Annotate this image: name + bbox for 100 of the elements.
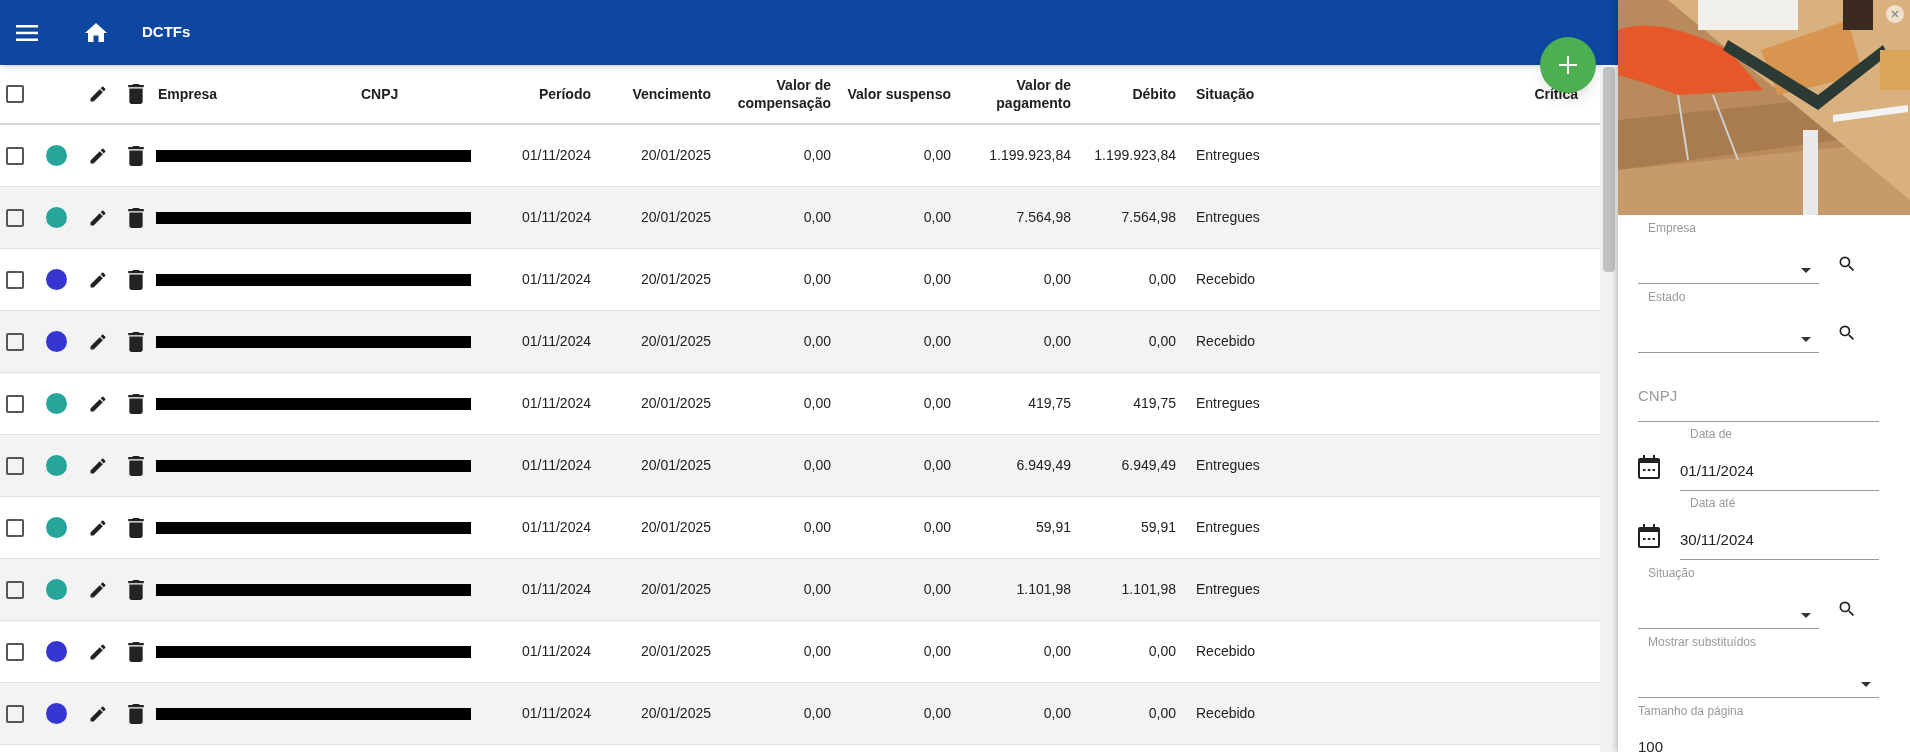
calendar-icon[interactable] [1638, 524, 1660, 548]
table-row[interactable]: 01/11/2024 20/01/2025 0,00 0,00 6.949,49 6.949,49 Entregues [0, 435, 1600, 497]
table-cell: 0,00 [803, 271, 831, 287]
table-cell: 0,00 [803, 581, 831, 597]
search-icon[interactable] [1837, 599, 1857, 619]
search-icon[interactable] [1837, 254, 1857, 274]
pencil-icon[interactable] [88, 145, 108, 166]
pencil-icon[interactable] [88, 703, 108, 724]
table-cell: Entregues [1196, 581, 1260, 597]
column-header[interactable]: Débito [1071, 85, 1176, 103]
pencil-icon[interactable] [88, 331, 108, 352]
column-header[interactable]: Situação [1176, 85, 1286, 103]
trash-icon[interactable] [128, 455, 144, 476]
table-cell: 01/11/2024 [521, 209, 591, 225]
caret-icon [1801, 613, 1811, 618]
plus-icon [1559, 56, 1577, 74]
table-cell: 20/01/2025 [640, 457, 711, 473]
table-cell: 0,00 [803, 395, 831, 411]
table-cell: 0,00 [803, 147, 831, 163]
column-header[interactable]: Período [471, 85, 591, 103]
table-cell: 1.101,98 [1121, 581, 1176, 597]
table-cell: 01/11/2024 [521, 519, 591, 535]
checkbox[interactable] [6, 332, 24, 351]
pencil-icon[interactable] [88, 207, 108, 228]
trash-icon[interactable] [128, 579, 144, 600]
table-cell: 1.199.923,84 [989, 147, 1071, 163]
trash-icon[interactable] [128, 331, 144, 352]
table-cell: 0,00 [1043, 643, 1071, 659]
table-cell: 01/11/2024 [521, 147, 591, 163]
checkbox[interactable] [6, 85, 24, 103]
checkbox[interactable] [6, 208, 24, 227]
checkbox[interactable] [6, 704, 24, 723]
checkbox[interactable] [6, 394, 24, 413]
table-row[interactable]: 01/11/2024 20/01/2025 0,00 0,00 0,00 0,00 Recebido [0, 311, 1600, 373]
table-cell: 0,00 [803, 457, 831, 473]
column-header[interactable]: Valor de pagamento [951, 76, 1071, 112]
column-header[interactable]: Vencimento [591, 85, 711, 103]
trash-icon[interactable] [128, 393, 144, 414]
table-cell: 0,00 [923, 705, 951, 721]
table-cell: 20/01/2025 [640, 643, 711, 659]
table-cell: 419,75 [1133, 395, 1176, 411]
table-cell: 0,00 [803, 209, 831, 225]
table-cell: 01/11/2024 [521, 705, 591, 721]
column-header[interactable]: Valor de compensação [711, 76, 831, 112]
date-field[interactable]: Data até 30/11/2024 [1680, 494, 1879, 560]
table-cell: 6.949,49 [1016, 457, 1071, 473]
pencil-icon[interactable] [88, 393, 108, 414]
table-cell: 01/11/2024 [521, 333, 591, 349]
table-cell: 20/01/2025 [640, 519, 711, 535]
column-header[interactable]: Empresa [156, 85, 311, 103]
trash-icon[interactable] [128, 703, 144, 724]
pencil-icon[interactable] [88, 455, 108, 476]
trash-icon[interactable] [128, 517, 144, 538]
close-icon [1891, 10, 1899, 18]
pencil-icon[interactable] [88, 579, 108, 600]
column-header[interactable]: CNPJ [311, 85, 471, 103]
trash-icon[interactable] [128, 269, 144, 290]
table-cell: Entregues [1196, 519, 1260, 535]
checkbox[interactable] [6, 642, 24, 661]
table-cell: 0,00 [803, 519, 831, 535]
table-cell: 1.101,98 [1016, 581, 1071, 597]
calendar-icon[interactable] [1638, 455, 1660, 479]
table-row[interactable]: 01/11/2024 20/01/2025 0,00 0,00 0,00 0,00 Recebido [0, 683, 1600, 745]
scrollbar[interactable] [1600, 65, 1618, 752]
trash-icon[interactable] [128, 145, 144, 166]
trash-icon[interactable] [128, 641, 144, 662]
home-button[interactable] [84, 20, 108, 45]
table-cell: 20/01/2025 [640, 147, 711, 163]
pencil-icon[interactable] [88, 517, 108, 538]
checkbox[interactable] [6, 270, 24, 289]
table-cell: 0,00 [923, 209, 951, 225]
checkbox[interactable] [6, 456, 24, 475]
table-cell: 0,00 [1148, 333, 1176, 349]
table-cell: 7.564,98 [1121, 209, 1176, 225]
trash-icon[interactable] [128, 84, 144, 104]
pencil-icon[interactable] [88, 269, 108, 290]
caret-icon [1801, 268, 1811, 273]
caret-icon [1861, 682, 1871, 687]
checkbox[interactable] [6, 518, 24, 537]
table-cell: 0,00 [1148, 705, 1176, 721]
date-field[interactable]: Data de 01/11/2024 [1680, 425, 1879, 491]
input-field[interactable]: Tamanho da página 100 [1638, 698, 1879, 752]
column-header[interactable]: Crítica [1286, 85, 1600, 103]
pencil-icon[interactable] [88, 84, 108, 104]
scrollbar-thumb[interactable] [1603, 67, 1615, 272]
column-header[interactable]: Valor suspenso [831, 85, 951, 103]
menu-icon [16, 24, 38, 41]
table-cell: 0,00 [1043, 705, 1071, 721]
close-button[interactable] [1886, 5, 1904, 23]
checkbox[interactable] [6, 580, 24, 599]
table-cell: Entregues [1196, 147, 1260, 163]
table-cell: 01/11/2024 [521, 395, 591, 411]
table-cell: 0,00 [923, 643, 951, 659]
table-cell: 01/11/2024 [521, 457, 591, 473]
table-row[interactable]: 01/11/2024 20/01/2025 0,00 0,00 1.101,98 1.101,98 Entregues [0, 559, 1600, 621]
trash-icon[interactable] [128, 207, 144, 228]
table-row[interactable]: 01/11/2024 20/01/2025 0,00 0,00 7.564,98 7.564,98 Entregues [0, 187, 1600, 249]
search-icon[interactable] [1837, 323, 1857, 343]
checkbox[interactable] [6, 146, 24, 165]
pencil-icon[interactable] [88, 641, 108, 662]
